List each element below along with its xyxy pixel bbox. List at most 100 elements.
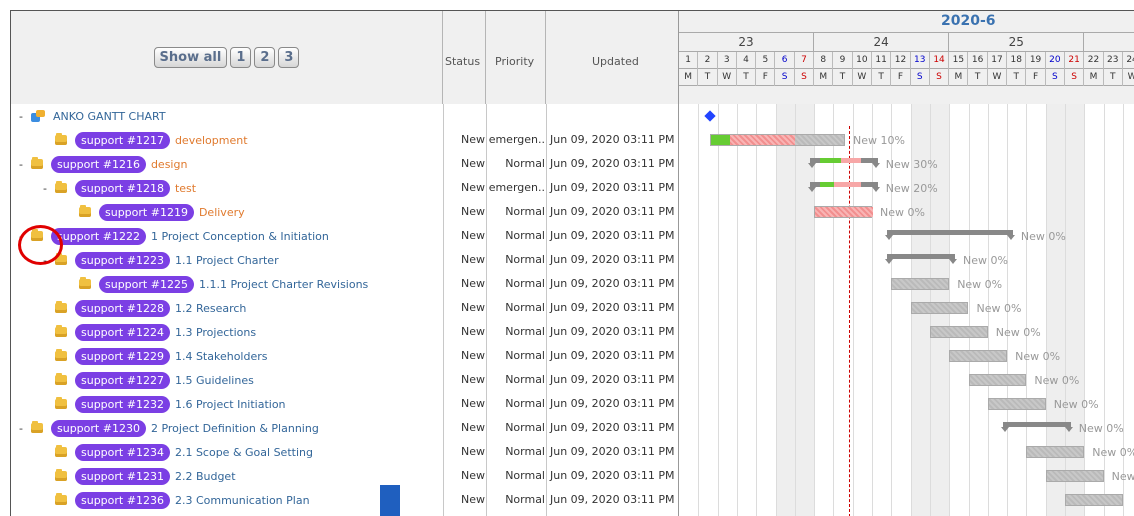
- root-title[interactable]: ANKO GANTT CHART: [53, 110, 166, 123]
- task-name[interactable]: design: [151, 158, 188, 171]
- issue-tag[interactable]: support #1229: [75, 347, 170, 365]
- task-row[interactable]: support #1217 development New emergen.. Jun …: [11, 128, 679, 152]
- progress-label: New 0%: [976, 302, 1022, 315]
- milestone-diamond[interactable]: [704, 110, 716, 122]
- task-name[interactable]: 1.6 Project Initiation: [175, 398, 286, 411]
- task-name[interactable]: 2.1 Scope & Goal Setting: [175, 446, 313, 459]
- status-column-header[interactable]: Status: [443, 11, 486, 104]
- status-cell: New: [461, 277, 485, 290]
- issue-tag[interactable]: support #1234: [75, 443, 170, 461]
- task-name[interactable]: Delivery: [199, 206, 245, 219]
- task-bar[interactable]: [1065, 494, 1123, 506]
- issue-tag[interactable]: support #1230: [51, 419, 146, 437]
- updated-column-header[interactable]: Updated: [546, 11, 679, 104]
- task-name[interactable]: development: [175, 134, 248, 147]
- task-row[interactable]: - support #1230 2 Project Definition & Pla…: [11, 416, 679, 440]
- day-number: 3: [718, 52, 737, 69]
- summary-bar[interactable]: [1001, 422, 1073, 432]
- status-cell: New: [461, 445, 485, 458]
- task-tree-cell: support #1217 development: [55, 128, 248, 152]
- task-row[interactable]: - support #1218 test New emergen.. Jun 09, 20…: [11, 176, 679, 200]
- priority-column-header[interactable]: Priority: [486, 11, 546, 104]
- task-name[interactable]: 1 Project Conception & Initiation: [151, 230, 329, 243]
- task-name[interactable]: 1.4 Stakeholders: [175, 350, 268, 363]
- task-row[interactable]: support #1225 1.1.1 Project Charter Revis…: [11, 272, 679, 296]
- task-bar[interactable]: [1026, 446, 1085, 458]
- task-bar[interactable]: [891, 278, 950, 290]
- task-row[interactable]: support #1231 2.2 Budget New Normal Jun 09, …: [11, 464, 679, 488]
- task-row[interactable]: support #1234 2.1 Scope & Goal Setting New…: [11, 440, 679, 464]
- task-bar[interactable]: [949, 350, 1008, 362]
- task-row[interactable]: support #1229 1.4 Stakeholders New Normal Ju…: [11, 344, 679, 368]
- issue-tag[interactable]: support #1228: [75, 299, 170, 317]
- summary-bar[interactable]: [808, 158, 880, 168]
- level-2-button[interactable]: 2: [254, 47, 276, 68]
- day-number: 9: [833, 52, 853, 69]
- week-label: 24: [814, 33, 950, 52]
- issue-tag[interactable]: support #1224: [75, 323, 170, 341]
- collapse-toggle[interactable]: -: [41, 182, 49, 195]
- updated-cell: Jun 09, 2020 03:11 PM: [550, 325, 675, 338]
- grid-line: [717, 104, 719, 516]
- task-row[interactable]: support #1236 2.3 Communication Plan New No…: [11, 488, 679, 512]
- task-row[interactable]: - support #1223 1.1 Project Charter New Norm…: [11, 248, 679, 272]
- weekday-letter: S: [776, 69, 795, 86]
- task-bar[interactable]: [968, 374, 1027, 386]
- task-row[interactable]: support #1224 1.3 Projections New Normal Jun…: [11, 320, 679, 344]
- level-1-button[interactable]: 1: [230, 47, 252, 68]
- weekday-letter: M: [814, 69, 834, 86]
- task-row[interactable]: support #1228 1.2 Research New Normal Jun 09…: [11, 296, 679, 320]
- task-name[interactable]: 2 Project Definition & Planning: [151, 422, 319, 435]
- summary-bar[interactable]: [885, 254, 957, 264]
- issue-tag[interactable]: support #1231: [75, 467, 170, 485]
- task-bar[interactable]: [709, 134, 845, 146]
- issue-tag[interactable]: support #1225: [99, 275, 194, 293]
- task-name[interactable]: 2.3 Communication Plan: [175, 494, 310, 507]
- issue-tag[interactable]: support #1223: [75, 251, 170, 269]
- summary-bar[interactable]: [808, 182, 880, 192]
- task-name[interactable]: 1.3 Projections: [175, 326, 256, 339]
- show-all-button[interactable]: Show all: [153, 47, 228, 68]
- task-row[interactable]: support #1232 1.6 Project Initiation New No…: [11, 392, 679, 416]
- task-bar[interactable]: [929, 326, 988, 338]
- issue-tag[interactable]: support #1227: [75, 371, 170, 389]
- issue-tag[interactable]: support #1232: [75, 395, 170, 413]
- task-row[interactable]: - support #1222 1 Project Conception & Ini…: [11, 224, 679, 248]
- day-number: 4: [737, 52, 757, 69]
- summary-bar[interactable]: [885, 230, 1015, 240]
- issue-tag[interactable]: support #1222: [51, 227, 146, 245]
- task-name[interactable]: 1.5 Guidelines: [175, 374, 254, 387]
- month-band: 2020-6: [679, 11, 1134, 33]
- task-row[interactable]: - support #1216 design New Normal Jun 09, 202…: [11, 152, 679, 176]
- updated-cell: Jun 09, 2020 03:11 PM: [550, 205, 675, 218]
- week-label: 23: [679, 33, 815, 52]
- issue-tag[interactable]: support #1216: [51, 155, 146, 173]
- issue-tag[interactable]: support #1218: [75, 179, 170, 197]
- task-bar[interactable]: [814, 206, 873, 218]
- task-row[interactable]: support #1219 Delivery New Normal Jun 09, 20…: [11, 200, 679, 224]
- collapse-toggle[interactable]: -: [17, 110, 25, 123]
- status-cell: New: [461, 157, 485, 170]
- task-name[interactable]: 1.1.1 Project Charter Revisions: [199, 278, 368, 291]
- task-tree-cell: - support #1223 1.1 Project Charter: [41, 248, 279, 272]
- task-name[interactable]: 2.2 Budget: [175, 470, 236, 483]
- progress-label: New 20%: [885, 182, 938, 195]
- day-number: 18: [1007, 52, 1027, 69]
- root-tree-cell: - ANKO GANTT CHART: [17, 104, 166, 128]
- issue-tag[interactable]: support #1236: [75, 491, 170, 509]
- task-name[interactable]: 1.2 Research: [175, 302, 246, 315]
- day-number: 11: [872, 52, 892, 69]
- task-bar[interactable]: [910, 302, 969, 314]
- issue-tag[interactable]: support #1217: [75, 131, 170, 149]
- task-name[interactable]: 1.1 Project Charter: [175, 254, 279, 267]
- collapse-toggle[interactable]: -: [17, 422, 25, 435]
- task-bar[interactable]: [1045, 470, 1104, 482]
- issue-tag[interactable]: support #1219: [99, 203, 194, 221]
- task-row[interactable]: support #1227 1.5 Guidelines New Normal Jun …: [11, 368, 679, 392]
- collapse-toggle[interactable]: -: [17, 158, 25, 171]
- task-name[interactable]: test: [175, 182, 196, 195]
- weekday-letter: W: [853, 69, 872, 86]
- task-bar[interactable]: [987, 398, 1046, 410]
- day-number: 14: [930, 52, 950, 69]
- level-3-button[interactable]: 3: [278, 47, 300, 68]
